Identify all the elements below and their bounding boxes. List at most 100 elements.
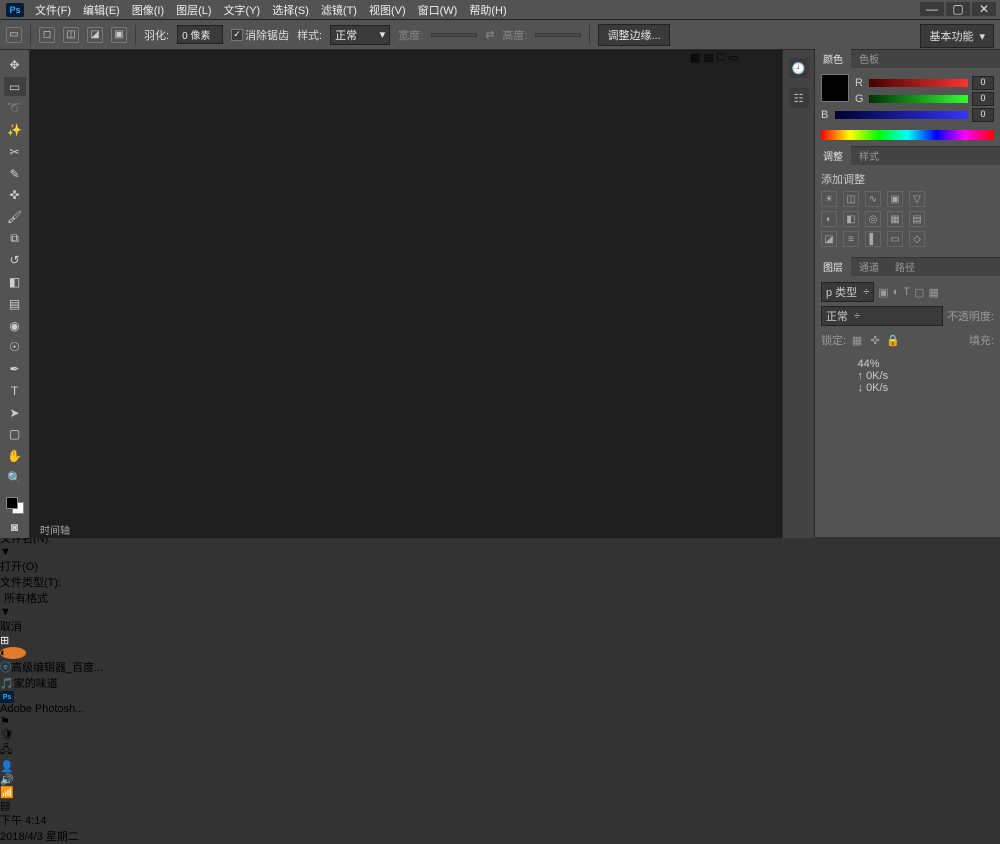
type-tool[interactable]: T bbox=[4, 381, 26, 401]
foreground-background-swatch[interactable] bbox=[4, 495, 26, 517]
selection-new-icon[interactable]: ◻ bbox=[39, 27, 55, 43]
adj-vibrance-icon[interactable]: ▽ bbox=[909, 191, 925, 207]
magic-wand-tool[interactable]: ✨ bbox=[4, 120, 26, 140]
crop-tool[interactable]: ✂ bbox=[4, 142, 26, 162]
pen-tool[interactable]: ✒ bbox=[4, 359, 26, 379]
tray-wifi-icon[interactable]: 📶 bbox=[0, 786, 1000, 799]
properties-panel-icon[interactable]: ☷ bbox=[789, 88, 809, 108]
eyedropper-tool[interactable]: ✎ bbox=[4, 164, 26, 184]
gradient-tool[interactable]: ▤ bbox=[4, 294, 26, 314]
menu-image[interactable]: 图像(I) bbox=[127, 0, 169, 20]
tray-user-icon[interactable]: 👤 bbox=[0, 760, 1000, 773]
adj-selective-icon[interactable]: ◇ bbox=[909, 231, 925, 247]
marquee-tool-preset[interactable]: ▭ bbox=[6, 27, 22, 43]
eraser-tool[interactable]: ◧ bbox=[4, 272, 26, 292]
adj-lookup-icon[interactable]: ▤ bbox=[909, 211, 925, 227]
adj-hue-icon[interactable]: ◐ bbox=[821, 211, 837, 227]
tab-swatches[interactable]: 色板 bbox=[851, 49, 887, 68]
adj-posterize-icon[interactable]: ≡ bbox=[843, 231, 859, 247]
taskbar-item[interactable]: 🎵家的味道 bbox=[0, 675, 1000, 691]
r-slider[interactable] bbox=[869, 79, 968, 87]
blend-mode-select[interactable]: 正常÷ bbox=[821, 306, 943, 326]
lasso-tool[interactable]: ➰ bbox=[4, 98, 26, 118]
adj-levels-icon[interactable]: ◫ bbox=[843, 191, 859, 207]
chevron-down-icon[interactable]: ▼ bbox=[0, 546, 1000, 558]
menu-file[interactable]: 文件(F) bbox=[30, 0, 76, 20]
menu-edit[interactable]: 编辑(E) bbox=[78, 0, 125, 20]
doc-arrange-icon[interactable]: ▦ bbox=[690, 52, 700, 64]
adj-bw-icon[interactable]: ◧ bbox=[843, 211, 859, 227]
menu-view[interactable]: 视图(V) bbox=[364, 0, 411, 20]
menu-select[interactable]: 选择(S) bbox=[267, 0, 314, 20]
filename-input[interactable]: ▼ bbox=[0, 546, 1000, 558]
refine-edge-button[interactable]: 调整边缘... bbox=[598, 24, 669, 46]
hue-ramp[interactable] bbox=[821, 130, 994, 140]
doc-camera-icon[interactable]: ⏍ bbox=[717, 52, 725, 64]
lock-position-icon[interactable]: ✜ bbox=[868, 333, 882, 347]
menu-type[interactable]: 文字(Y) bbox=[219, 0, 266, 20]
menu-window[interactable]: 窗口(W) bbox=[413, 0, 463, 20]
workspace-switcher[interactable]: 基本功能▾ bbox=[920, 24, 994, 48]
chevron-down-icon[interactable]: ▼ bbox=[0, 606, 1000, 618]
tray-flag-icon[interactable]: ⚑ bbox=[0, 715, 1000, 728]
menu-filter[interactable]: 滤镜(T) bbox=[316, 0, 362, 20]
window-close[interactable]: ✕ bbox=[972, 2, 996, 16]
taskbar-clock[interactable]: 下午 4:14 2018/4/3 星期二 bbox=[0, 812, 1000, 844]
adj-curves-icon[interactable]: ∿ bbox=[865, 191, 881, 207]
adj-channel-mixer-icon[interactable]: ▦ bbox=[887, 211, 903, 227]
doc-extra-icon[interactable]: ▭ bbox=[728, 52, 738, 64]
lock-all-icon[interactable]: 🔒 bbox=[886, 333, 900, 347]
antialias-checkbox[interactable]: ✓ bbox=[231, 29, 243, 41]
healing-brush-tool[interactable]: ✜ bbox=[4, 185, 26, 205]
taskbar-item[interactable]: ⓔ高级编辑器_百度... bbox=[0, 659, 1000, 675]
adj-photo-filter-icon[interactable]: ◎ bbox=[865, 211, 881, 227]
tray-shield-icon[interactable]: 🛡 bbox=[0, 728, 1000, 741]
cancel-button[interactable]: 取消 bbox=[0, 618, 1000, 634]
menu-help[interactable]: 帮助(H) bbox=[464, 0, 511, 20]
tab-layers[interactable]: 图层 bbox=[815, 257, 851, 276]
brush-tool[interactable]: 🖌 bbox=[4, 207, 26, 227]
doc-view-icon[interactable]: ▤ bbox=[703, 52, 713, 64]
filter-smart-icon[interactable]: ▦ bbox=[928, 286, 938, 299]
color-preview[interactable] bbox=[821, 74, 849, 102]
move-tool[interactable]: ✥ bbox=[4, 55, 26, 75]
tray-lang-icon[interactable]: ▤ bbox=[0, 799, 1000, 812]
zoom-tool[interactable]: 🔍 bbox=[4, 468, 26, 488]
style-select[interactable]: 正常▾ bbox=[330, 25, 390, 45]
adj-gradient-map-icon[interactable]: ▭ bbox=[887, 231, 903, 247]
layer-filter-kind[interactable]: p 类型÷ bbox=[821, 282, 874, 302]
menu-layer[interactable]: 图层(L) bbox=[171, 0, 216, 20]
start-button[interactable]: ⊞ bbox=[0, 634, 1000, 647]
feather-input[interactable]: 0 像素 bbox=[177, 25, 223, 44]
filter-pixel-icon[interactable]: ▣ bbox=[878, 286, 888, 299]
taskbar-item[interactable]: ◐ bbox=[0, 647, 26, 659]
lock-pixels-icon[interactable]: ▦ bbox=[850, 333, 864, 347]
tray-volume-icon[interactable]: 🔊 bbox=[0, 773, 1000, 786]
dodge-tool[interactable]: ☉ bbox=[4, 338, 26, 358]
history-brush-tool[interactable]: ↺ bbox=[4, 251, 26, 271]
selection-add-icon[interactable]: ◫ bbox=[63, 27, 79, 43]
selection-subtract-icon[interactable]: ◪ bbox=[87, 27, 103, 43]
quick-mask-toggle[interactable]: ◙ bbox=[4, 517, 26, 537]
adj-threshold-icon[interactable]: ▌ bbox=[865, 231, 881, 247]
r-value[interactable]: 0 bbox=[972, 76, 994, 90]
window-maximize[interactable]: ▢ bbox=[946, 2, 970, 16]
tab-color[interactable]: 颜色 bbox=[815, 49, 851, 68]
adj-exposure-icon[interactable]: ▣ bbox=[887, 191, 903, 207]
g-slider[interactable] bbox=[869, 95, 968, 103]
tray-network-icon[interactable]: 🖧 bbox=[0, 741, 1000, 760]
g-value[interactable]: 0 bbox=[972, 92, 994, 106]
path-select-tool[interactable]: ➤ bbox=[4, 403, 26, 423]
tab-channels[interactable]: 通道 bbox=[851, 257, 887, 276]
adj-brightness-icon[interactable]: ☀ bbox=[821, 191, 837, 207]
marquee-tool[interactable]: ▭ bbox=[4, 77, 26, 97]
window-minimize[interactable]: — bbox=[920, 2, 944, 16]
taskbar-item[interactable]: PsAdobe Photosh... bbox=[0, 691, 1000, 715]
open-button[interactable]: 打开(O) bbox=[0, 558, 1000, 574]
blur-tool[interactable]: ◉ bbox=[4, 316, 26, 336]
tab-paths[interactable]: 路径 bbox=[887, 257, 923, 276]
filetype-select[interactable]: 所有格式▼ bbox=[0, 590, 1000, 618]
adj-invert-icon[interactable]: ◪ bbox=[821, 231, 837, 247]
tab-styles[interactable]: 样式 bbox=[851, 146, 887, 165]
filter-shape-icon[interactable]: ▢ bbox=[914, 286, 924, 299]
